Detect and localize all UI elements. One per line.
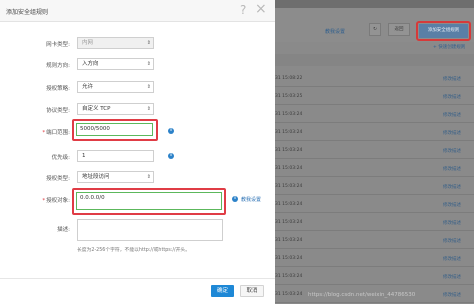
row-edit-description-link[interactable]: 修改描述 xyxy=(443,220,461,226)
table-header xyxy=(275,54,474,66)
add-rule-highlight: 添加安全组规则 xyxy=(416,21,471,41)
select-arrows-icon: ⇕ xyxy=(146,40,151,46)
row-edit-description-link[interactable]: 修改描述 xyxy=(443,202,461,208)
nic-type-label: 网卡类型: xyxy=(46,42,70,48)
port-range-label-text: 端口范围: xyxy=(46,130,70,136)
row-time: 31 15:03:24 xyxy=(275,184,303,189)
required-mark: * xyxy=(42,130,46,136)
table-row: 31 15:03:24 修改描述 xyxy=(275,105,474,123)
row-time: 31 15:03:24 xyxy=(275,220,303,225)
footer-divider xyxy=(0,278,275,279)
row-time: 31 15:03:24 xyxy=(275,148,303,153)
description-textarea[interactable] xyxy=(77,219,223,241)
dialog-title: 添加安全组规则 xyxy=(6,9,49,16)
table-row: 31 15:03:24 修改描述 xyxy=(275,231,474,249)
protocol-value: 自定义 TCP xyxy=(82,106,111,112)
table-row: 31 15:03:24 修改描述 xyxy=(275,267,474,285)
row-edit-description-link[interactable]: 修改描述 xyxy=(443,94,461,100)
port-range-label: *端口范围: xyxy=(30,128,70,136)
auth-object-input[interactable]: 0.0.0.0/0 xyxy=(76,192,222,210)
select-arrows-icon: ⇕ xyxy=(146,84,151,90)
row-time: 31 15:03:24 xyxy=(275,166,303,171)
back-button[interactable]: 返回 xyxy=(388,23,410,36)
auth-object-label-text: 授权对象: xyxy=(46,198,70,204)
row-time: 31 15:03:25 xyxy=(275,94,303,99)
confirm-button[interactable]: 确定 xyxy=(211,285,234,297)
row-edit-description-link[interactable]: 修改描述 xyxy=(443,274,461,280)
protocol-label: 协议类型: xyxy=(46,108,70,114)
auth-type-select[interactable]: 地址段访问 ⇕ xyxy=(77,171,154,183)
description-label: 描述: xyxy=(57,227,70,233)
policy-select[interactable]: 允许 ⇕ xyxy=(77,81,154,93)
table-row: 31 15:03:24 修改描述 xyxy=(275,213,474,231)
select-arrows-icon: ⇕ xyxy=(146,61,151,67)
background-page: 教我设置 ↻ 返回 添加安全组规则 + 快速创建规则 31 15:08:22 修改… xyxy=(275,0,474,304)
row-time: 31 15:03:24 xyxy=(275,292,303,297)
table-row: 31 15:03:24 修改描述 xyxy=(275,249,474,267)
priority-input[interactable]: 1 xyxy=(77,150,154,162)
row-time: 31 15:03:24 xyxy=(275,238,303,243)
row-edit-description-link[interactable]: 修改描述 xyxy=(443,238,461,244)
port-range-input[interactable]: 5000/5000 xyxy=(76,123,153,136)
row-edit-description-link[interactable]: 修改描述 xyxy=(443,184,461,190)
row-edit-description-link[interactable]: 修改描述 xyxy=(443,292,461,298)
priority-label: 优先级: xyxy=(51,155,70,161)
description-hint: 长度为2-256个字符，不能以http://或https://开头。 xyxy=(77,248,190,253)
auth-type-label: 授权类型: xyxy=(46,176,70,182)
row-edit-description-link[interactable]: 修改描述 xyxy=(443,130,461,136)
direction-value: 入方向 xyxy=(82,61,99,67)
protocol-select[interactable]: 自定义 TCP ⇕ xyxy=(77,103,154,115)
auth-object-info-icon: i xyxy=(232,196,238,202)
background-topbar xyxy=(275,0,474,8)
row-time: 31 15:03:24 xyxy=(275,112,303,117)
table-row: 31 15:03:24 修改描述 xyxy=(275,177,474,195)
cancel-button[interactable]: 取消 xyxy=(240,285,264,297)
background-tutorial-link[interactable]: 教我设置 xyxy=(325,28,345,35)
help-icon[interactable]: ? xyxy=(240,3,246,17)
required-mark: * xyxy=(42,198,46,204)
policy-value: 允许 xyxy=(82,84,94,90)
dialog-header: 添加安全组规则 ? × xyxy=(0,0,275,22)
row-time: 31 15:08:22 xyxy=(275,76,303,81)
auth-object-label: *授权对象: xyxy=(30,196,70,204)
port-range-info-icon[interactable]: i xyxy=(168,128,174,134)
table-row: 31 15:03:24 修改描述 xyxy=(275,159,474,177)
direction-label: 规则方向: xyxy=(46,63,70,69)
row-edit-description-link[interactable]: 修改描述 xyxy=(443,112,461,118)
row-edit-description-link[interactable]: 修改描述 xyxy=(443,256,461,262)
tutorial-link[interactable]: 教我设置 xyxy=(241,196,261,203)
table-row: 31 15:03:24 修改描述 xyxy=(275,123,474,141)
table-row: 31 15:08:22 修改描述 xyxy=(275,69,474,87)
select-arrows-icon: ⇕ xyxy=(146,174,151,180)
nic-type-select: 内网 ⇕ xyxy=(77,37,154,49)
row-edit-description-link[interactable]: 修改描述 xyxy=(443,76,461,82)
row-time: 31 15:03:24 xyxy=(275,202,303,207)
watermark: https://blog.csdn.net/weixin_44786530 xyxy=(308,292,416,298)
table-row: 31 15:03:25 修改描述 xyxy=(275,87,474,105)
add-security-rule-dialog: 添加安全组规则 ? × 网卡类型: 内网 ⇕ 规则方向: 入方向 ⇕ 授权策略:… xyxy=(0,0,275,304)
direction-select[interactable]: 入方向 ⇕ xyxy=(77,58,154,70)
row-edit-description-link[interactable]: 修改描述 xyxy=(443,148,461,154)
priority-info-icon[interactable]: i xyxy=(168,153,174,159)
select-arrows-icon: ⇕ xyxy=(146,106,151,112)
policy-label: 授权策略: xyxy=(46,86,70,92)
add-security-rule-button[interactable]: 添加安全组规则 xyxy=(419,24,468,38)
table-row: 31 15:03:24 修改描述 xyxy=(275,141,474,159)
refresh-icon[interactable]: ↻ xyxy=(369,23,381,36)
background-toolbar: 教我设置 ↻ 返回 添加安全组规则 xyxy=(275,8,474,42)
table-row: 31 15:03:24 修改描述 xyxy=(275,195,474,213)
quick-create-rule-link[interactable]: + 快速创建规则 xyxy=(433,44,465,50)
row-time: 31 15:03:24 xyxy=(275,256,303,261)
nic-type-value: 内网 xyxy=(82,40,94,46)
row-time: 31 15:03:24 xyxy=(275,130,303,135)
close-icon[interactable]: × xyxy=(255,2,267,17)
row-time: 31 15:03:24 xyxy=(275,274,303,279)
row-edit-description-link[interactable]: 修改描述 xyxy=(443,166,461,172)
auth-type-value: 地址段访问 xyxy=(82,174,110,180)
